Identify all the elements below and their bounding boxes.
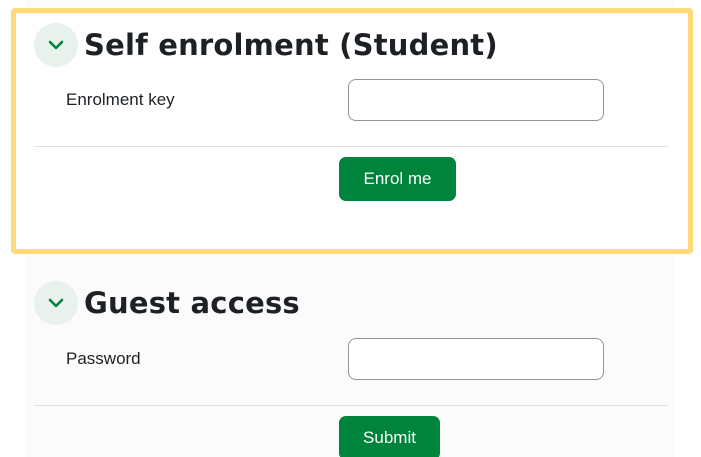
self-enrolment-header: Self enrolment (Student) [34, 22, 498, 68]
self-enrolment-collapse-toggle[interactable] [34, 23, 78, 67]
self-enrolment-title: Self enrolment (Student) [84, 28, 498, 62]
enrolment-key-label: Enrolment key [66, 90, 175, 109]
guest-access-divider [34, 405, 668, 406]
chevron-down-icon [48, 298, 64, 308]
guest-access-title: Guest access [84, 286, 300, 320]
enrolment-key-input[interactable] [348, 79, 604, 121]
enrolment-options-page: Self enrolment (Student) Enrolment key E… [0, 0, 701, 457]
submit-button[interactable]: Submit [339, 416, 440, 457]
chevron-down-icon [48, 40, 64, 50]
self-enrolment-divider [34, 146, 668, 147]
guest-access-collapse-toggle[interactable] [34, 281, 78, 325]
password-label: Password [66, 349, 141, 368]
enrol-me-button[interactable]: Enrol me [339, 157, 456, 201]
guest-access-header: Guest access [34, 280, 300, 326]
guest-password-input[interactable] [348, 338, 604, 380]
